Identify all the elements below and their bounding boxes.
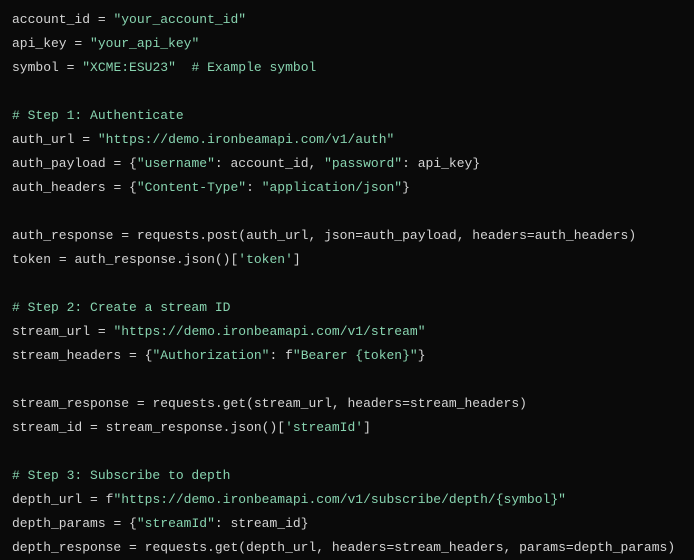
code-block: account_id = "your_account_id"api_key = … <box>12 8 682 560</box>
token-variable: api_key <box>12 36 67 51</box>
code-line <box>12 440 682 464</box>
token-variable <box>51 252 59 267</box>
token-variable <box>82 492 90 507</box>
token-variable: auth_response.json()[ <box>67 252 239 267</box>
code-line: depth_url = f"https://demo.ironbeamapi.c… <box>12 488 682 512</box>
token-variable: stream_id <box>12 420 82 435</box>
token-variable <box>176 60 192 75</box>
token-variable: auth_payload <box>12 156 106 171</box>
token-variable: { <box>121 156 137 171</box>
token-string: "Content-Type" <box>137 180 246 195</box>
token-string: "Bearer {token}" <box>293 348 418 363</box>
code-line: auth_url = "https://demo.ironbeamapi.com… <box>12 128 682 152</box>
token-variable <box>59 60 67 75</box>
token-operator: = <box>90 492 98 507</box>
token-variable: requests.get(stream_url, headers=stream_… <box>145 396 527 411</box>
token-operator: = <box>129 348 137 363</box>
code-line: api_key = "your_api_key" <box>12 32 682 56</box>
token-variable <box>121 348 129 363</box>
code-line: token = auth_response.json()['token'] <box>12 248 682 272</box>
token-variable <box>90 324 98 339</box>
token-variable: account_id <box>12 12 90 27</box>
token-operator: = <box>90 420 98 435</box>
token-string: "your_account_id" <box>113 12 246 27</box>
code-line <box>12 368 682 392</box>
token-variable: { <box>121 516 137 531</box>
token-string: "password" <box>324 156 402 171</box>
code-line: auth_payload = {"username": account_id, … <box>12 152 682 176</box>
code-line: stream_url = "https://demo.ironbeamapi.c… <box>12 320 682 344</box>
token-variable: depth_params <box>12 516 106 531</box>
code-line: account_id = "your_account_id" <box>12 8 682 32</box>
token-variable: } <box>418 348 426 363</box>
code-line: stream_headers = {"Authorization": f"Bea… <box>12 344 682 368</box>
code-line: # Step 1: Authenticate <box>12 104 682 128</box>
token-operator: = <box>121 228 129 243</box>
token-variable <box>90 12 98 27</box>
token-string: "XCME:ESU23" <box>82 60 176 75</box>
token-variable: stream_headers <box>12 348 121 363</box>
token-variable: token <box>12 252 51 267</box>
token-string: "https://demo.ironbeamapi.com/v1/stream" <box>113 324 425 339</box>
token-string: "https://demo.ironbeamapi.com/v1/subscri… <box>113 492 565 507</box>
token-variable: auth_response <box>12 228 113 243</box>
token-variable: requests.post(auth_url, json=auth_payloa… <box>129 228 636 243</box>
token-operator: = <box>129 540 137 555</box>
token-comment: # Step 1: Authenticate <box>12 108 184 123</box>
code-line <box>12 272 682 296</box>
code-line: auth_response = requests.post(auth_url, … <box>12 224 682 248</box>
token-variable <box>82 420 90 435</box>
token-comment: # Example symbol <box>191 60 316 75</box>
token-variable: : <box>246 180 262 195</box>
token-variable: : account_id, <box>215 156 324 171</box>
code-line: depth_response = requests.get(depth_url,… <box>12 536 682 560</box>
token-variable: stream_response <box>12 396 129 411</box>
token-comment: # Step 2: Create a stream ID <box>12 300 230 315</box>
token-variable: f <box>98 492 114 507</box>
token-variable: stream_url <box>12 324 90 339</box>
token-variable: ] <box>363 420 371 435</box>
token-string: "https://demo.ironbeamapi.com/v1/auth" <box>98 132 394 147</box>
token-string: "username" <box>137 156 215 171</box>
token-string: 'token' <box>238 252 293 267</box>
code-line: stream_response = requests.get(stream_ur… <box>12 392 682 416</box>
code-line: # Step 3: Subscribe to depth <box>12 464 682 488</box>
code-line: depth_params = {"streamId": stream_id} <box>12 512 682 536</box>
code-line: stream_id = stream_response.json()['stre… <box>12 416 682 440</box>
token-string: "Authorization" <box>152 348 269 363</box>
token-variable: stream_response.json()[ <box>98 420 285 435</box>
token-variable: : api_key} <box>402 156 480 171</box>
token-string: 'streamId' <box>285 420 363 435</box>
token-variable: { <box>121 180 137 195</box>
token-variable: depth_response <box>12 540 121 555</box>
token-operator: = <box>82 132 90 147</box>
token-operator: = <box>98 324 106 339</box>
code-line <box>12 80 682 104</box>
token-string: "streamId" <box>137 516 215 531</box>
token-operator: = <box>59 252 67 267</box>
token-variable: auth_url <box>12 132 74 147</box>
token-variable: { <box>137 348 153 363</box>
token-variable: depth_url <box>12 492 82 507</box>
token-variable <box>129 396 137 411</box>
token-variable: } <box>402 180 410 195</box>
token-operator: = <box>98 12 106 27</box>
code-line <box>12 200 682 224</box>
token-variable: requests.get(depth_url, headers=stream_h… <box>137 540 675 555</box>
token-variable: ] <box>293 252 301 267</box>
code-line: # Step 2: Create a stream ID <box>12 296 682 320</box>
token-variable <box>90 132 98 147</box>
token-variable <box>82 36 90 51</box>
code-line: auth_headers = {"Content-Type": "applica… <box>12 176 682 200</box>
token-variable: : f <box>269 348 292 363</box>
token-comment: # Step 3: Subscribe to depth <box>12 468 230 483</box>
token-operator: = <box>137 396 145 411</box>
token-variable: auth_headers <box>12 180 106 195</box>
token-variable: symbol <box>12 60 59 75</box>
token-variable <box>121 540 129 555</box>
code-line: symbol = "XCME:ESU23" # Example symbol <box>12 56 682 80</box>
token-variable: : stream_id} <box>215 516 309 531</box>
token-string: "your_api_key" <box>90 36 199 51</box>
token-string: "application/json" <box>262 180 402 195</box>
